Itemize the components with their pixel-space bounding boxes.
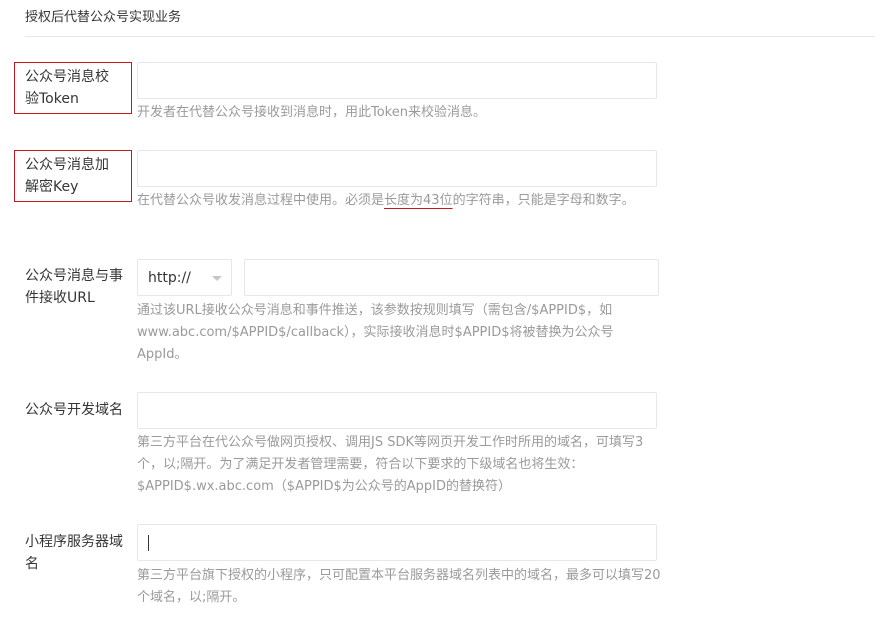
aeskey-label: 公众号消息加解密Key: [14, 150, 132, 202]
miniprogram-domain-input[interactable]: [137, 524, 657, 561]
event-url-label: 公众号消息与事件接收URL: [25, 268, 123, 306]
token-label: 公众号消息校验Token: [14, 62, 132, 114]
event-url-input[interactable]: [244, 259, 659, 296]
event-url-help-text: 通过该URL接收公众号消息和事件推送，该参数按规则填写（需包含/$APPID$，…: [137, 303, 614, 362]
aeskey-help-highlight: 长度为43位: [384, 193, 453, 208]
miniprogram-domain-help-text: 第三方平台旗下授权的小程序，只可配置本平台服务器域名列表中的域名，最多可以填写2…: [137, 568, 661, 605]
chevron-down-icon: [212, 276, 222, 281]
authorization-settings-page: 授权后代替公众号实现业务 公众号消息校验Token 开发者在代替公众号接收到消息…: [0, 0, 895, 640]
section-divider: [25, 36, 874, 37]
section-title: 授权后代替公众号实现业务: [25, 10, 182, 25]
protocol-select[interactable]: http://: [137, 259, 232, 296]
aeskey-help-suffix: 的字符串，只能是字母和数字。: [452, 193, 635, 208]
dev-domain-label: 公众号开发域名: [25, 402, 123, 418]
protocol-select-value: http://: [148, 270, 191, 286]
token-help-text: 开发者在代替公众号接收到消息时，用此Token来校验消息。: [137, 105, 486, 120]
dev-domain-input[interactable]: [137, 392, 657, 429]
dev-domain-help-text: 第三方平台在代公众号做网页授权、调用JS SDK等网页开发工作时所用的域名，可填…: [137, 435, 644, 494]
token-input[interactable]: [137, 62, 657, 99]
aeskey-input[interactable]: [137, 150, 657, 187]
miniprogram-domain-label: 小程序服务器域名: [25, 534, 123, 572]
aeskey-help-prefix: 在代替公众号收发消息过程中使用。必须是: [137, 193, 385, 208]
text-cursor: [148, 535, 149, 551]
aeskey-help-text: 在代替公众号收发消息过程中使用。必须是长度为43位的字符串，只能是字母和数字。: [137, 190, 662, 212]
